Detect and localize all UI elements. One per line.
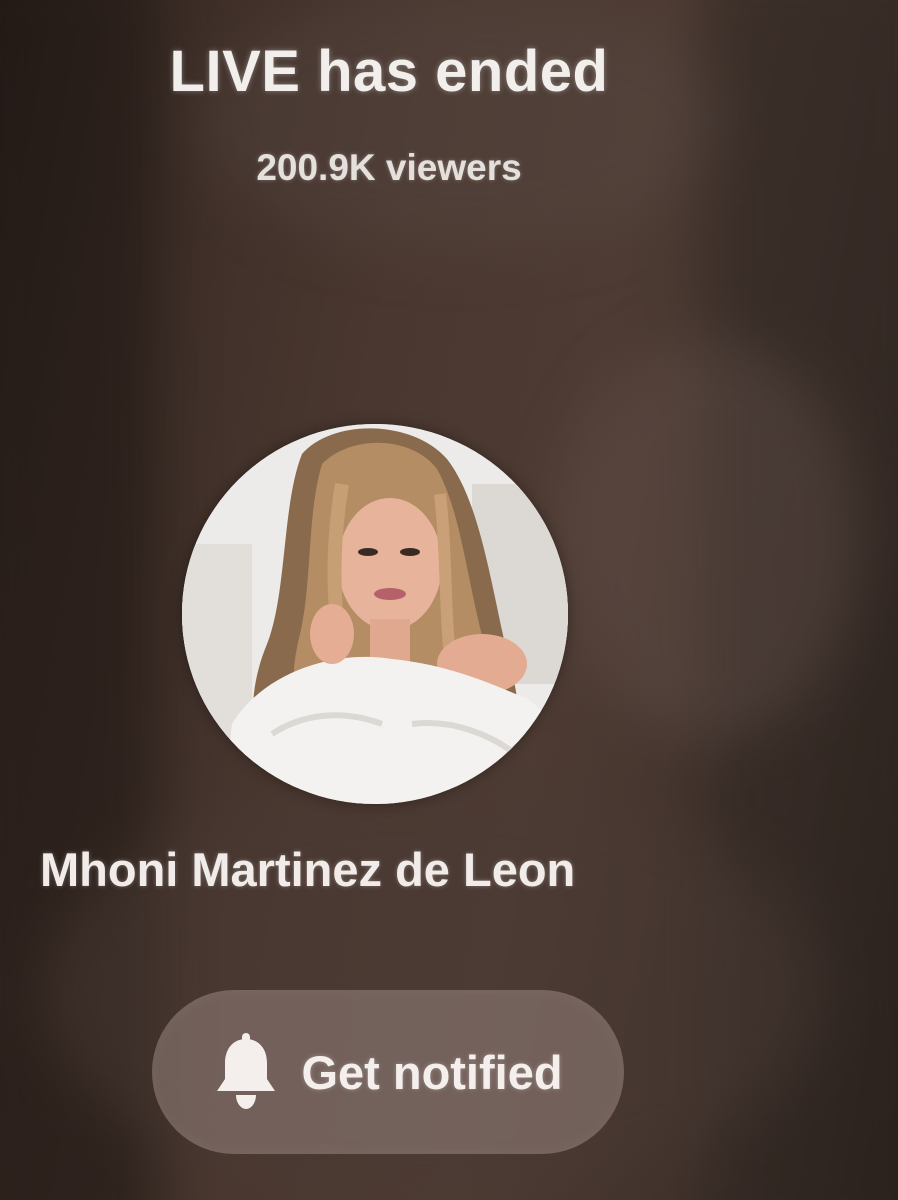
bell-icon xyxy=(213,1033,279,1111)
get-notified-button[interactable]: Get notified xyxy=(152,990,624,1154)
live-ended-title: LIVE has ended xyxy=(169,39,609,104)
live-ended-screen: LIVE has ended 200.9K viewers Mhoni Mart… xyxy=(0,0,898,1200)
viewer-count: 200.9K viewers xyxy=(256,147,522,188)
avatar[interactable] xyxy=(182,424,568,804)
avatar-photo xyxy=(182,424,568,804)
get-notified-label: Get notified xyxy=(301,1045,563,1099)
host-name[interactable]: Mhoni Martinez de Leon xyxy=(40,842,760,897)
